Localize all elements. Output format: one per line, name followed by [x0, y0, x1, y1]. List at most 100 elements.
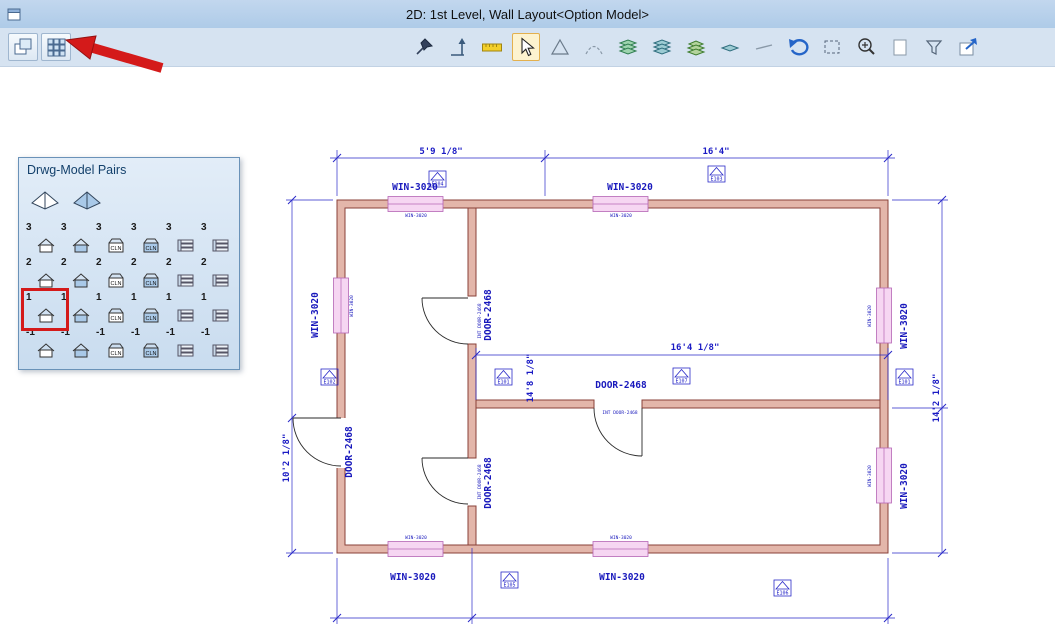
pair-cell-3-cln-model[interactable]: 3CLN: [93, 221, 128, 256]
svg-text:E106: E106: [776, 591, 788, 597]
clean-layer-icon: CLN: [141, 238, 161, 253]
dim-inner: 14'8 1/8": [526, 354, 536, 403]
send-to-view-tool-button[interactable]: [954, 33, 982, 61]
door-label: DOOR-2468: [483, 457, 494, 509]
window-label: WIN-3020: [899, 463, 910, 509]
cursor-icon: [515, 36, 537, 58]
door-interior-lower: [422, 458, 468, 504]
annotation-arrow: [58, 32, 170, 76]
measure-tool-button[interactable]: [478, 33, 506, 61]
pin-icon: [413, 36, 435, 58]
layer-list-icon: [211, 308, 231, 323]
house-icon: [36, 238, 56, 253]
undo-tool-button[interactable]: [784, 33, 812, 61]
clean-layer-icon: CLN: [141, 273, 161, 288]
small-window-label: WIN-3020: [610, 213, 632, 219]
pair-cell-2-drawing[interactable]: 2: [58, 256, 93, 291]
drawing-pairs-button[interactable]: [8, 33, 38, 61]
pair-cell-neg1-drawing[interactable]: -1: [58, 326, 93, 361]
palette-title: Drwg-Model Pairs: [19, 158, 239, 182]
windows: [334, 197, 892, 557]
pair-cell-neg1-cln-drawing[interactable]: -1CLN: [128, 326, 163, 361]
palette-header-icons: [19, 182, 239, 221]
drawing-view-button[interactable]: [71, 188, 103, 212]
pair-cell-2-layers-alt[interactable]: 2: [198, 256, 233, 291]
svg-text:CLN: CLN: [110, 316, 121, 322]
layers-a-tool-button[interactable]: [614, 33, 642, 61]
exterior-walls: [337, 200, 888, 553]
pair-cell-3-layers-alt[interactable]: 3: [198, 221, 233, 256]
layers-b-tool-button[interactable]: [648, 33, 676, 61]
layer-list-icon: [176, 308, 196, 323]
zoom-tool-button[interactable]: [852, 33, 880, 61]
door-tag: E107: [673, 368, 690, 385]
pair-cell-3-model[interactable]: 3: [23, 221, 58, 256]
house-icon: [71, 273, 91, 288]
svg-text:E101: E101: [497, 380, 509, 386]
window-label: WIN-3020: [310, 292, 321, 338]
door-label: DOOR-2468: [595, 380, 647, 391]
pair-cell-neg1-model[interactable]: -1: [23, 326, 58, 361]
pair-cell-1-cln-model[interactable]: 1CLN: [93, 291, 128, 326]
small-door-label: INT DOOR-2468: [477, 464, 483, 500]
small-window-label: WIN-3020: [867, 305, 873, 327]
overlapping-windows-icon: [12, 36, 34, 58]
window-label: WIN-3020: [599, 572, 645, 583]
marquee-tool-button[interactable]: [818, 33, 846, 61]
model-view-button[interactable]: [29, 188, 61, 212]
pair-cell-2-model[interactable]: 2: [23, 256, 58, 291]
filter-tool-button[interactable]: [920, 33, 948, 61]
pin-tool-button[interactable]: [410, 33, 438, 61]
window-tag: E103: [708, 166, 725, 183]
house-icon: [36, 343, 56, 358]
title-bar[interactable]: 2D: 1st Level, Wall Layout<Option Model>: [0, 0, 1055, 28]
layer-flat-tool-button[interactable]: [716, 33, 744, 61]
house-icon: [71, 343, 91, 358]
pair-cell-neg1-layers-alt[interactable]: -1: [198, 326, 233, 361]
contour-tool-button[interactable]: [580, 33, 608, 61]
pair-cell-2-layers[interactable]: 2: [163, 256, 198, 291]
pair-cell-3-cln-drawing[interactable]: 3CLN: [128, 221, 163, 256]
drwg-model-pairs-palette[interactable]: Drwg-Model Pairs 3 3: [18, 157, 240, 370]
elevation-tool-button[interactable]: [444, 33, 472, 61]
window-label: WIN-3020: [390, 572, 436, 583]
layers-stack-icon: [617, 36, 639, 58]
pair-cell-1-cln-drawing[interactable]: 1CLN: [128, 291, 163, 326]
filter-funnel-icon: [923, 36, 945, 58]
plan-labels: WIN-3020 WIN-3020 WIN-3020 WIN-3020 WIN-…: [310, 182, 910, 583]
svg-text:E103: E103: [710, 177, 722, 183]
pair-cell-3-layers[interactable]: 3: [163, 221, 198, 256]
small-window-label: WIN-3020: [610, 535, 632, 541]
triangle-tool-button[interactable]: [546, 33, 574, 61]
layer-list-icon: [211, 238, 231, 253]
slope-line-tool-button[interactable]: [750, 33, 778, 61]
dim-middle: 16'4 1/8": [671, 343, 720, 353]
roof-model-icon: [29, 188, 61, 212]
small-door-label: INT DOOR-2468: [477, 303, 483, 339]
window-tag: E101: [896, 369, 913, 386]
clean-layer-icon: CLN: [106, 273, 126, 288]
line-icon: [753, 36, 775, 58]
door-label: DOOR-2468: [483, 289, 494, 341]
svg-text:CLN: CLN: [145, 246, 156, 252]
svg-text:E102: E102: [323, 380, 335, 386]
window-tag: E101: [495, 369, 512, 386]
drawing-canvas[interactable]: 5'9 1/8" 16'4" 16'4 1/8" 10'2 1/8" 14'8 …: [0, 67, 1055, 636]
pair-cell-2-cln-drawing[interactable]: 2CLN: [128, 256, 163, 291]
pair-cell-neg1-cln-model[interactable]: -1CLN: [93, 326, 128, 361]
window-label: WIN-3020: [899, 303, 910, 349]
pair-cell-1-layers-alt[interactable]: 1: [198, 291, 233, 326]
window-label: WIN-3020: [607, 182, 653, 193]
select-tool-button[interactable]: [512, 33, 540, 61]
pair-cell-3-drawing[interactable]: 3: [58, 221, 93, 256]
pair-cell-2-cln-model[interactable]: 2CLN: [93, 256, 128, 291]
sheet-tool-button[interactable]: [886, 33, 914, 61]
small-window-label: WIN-3020: [405, 213, 427, 219]
layers-c-tool-button[interactable]: [682, 33, 710, 61]
door-interior-upper: [422, 298, 468, 344]
layers-stack-icon: [685, 36, 707, 58]
house-icon: [71, 238, 91, 253]
small-window-label: WIN-3020: [867, 465, 873, 487]
pair-cell-1-layers[interactable]: 1: [163, 291, 198, 326]
pair-cell-neg1-layers[interactable]: -1: [163, 326, 198, 361]
